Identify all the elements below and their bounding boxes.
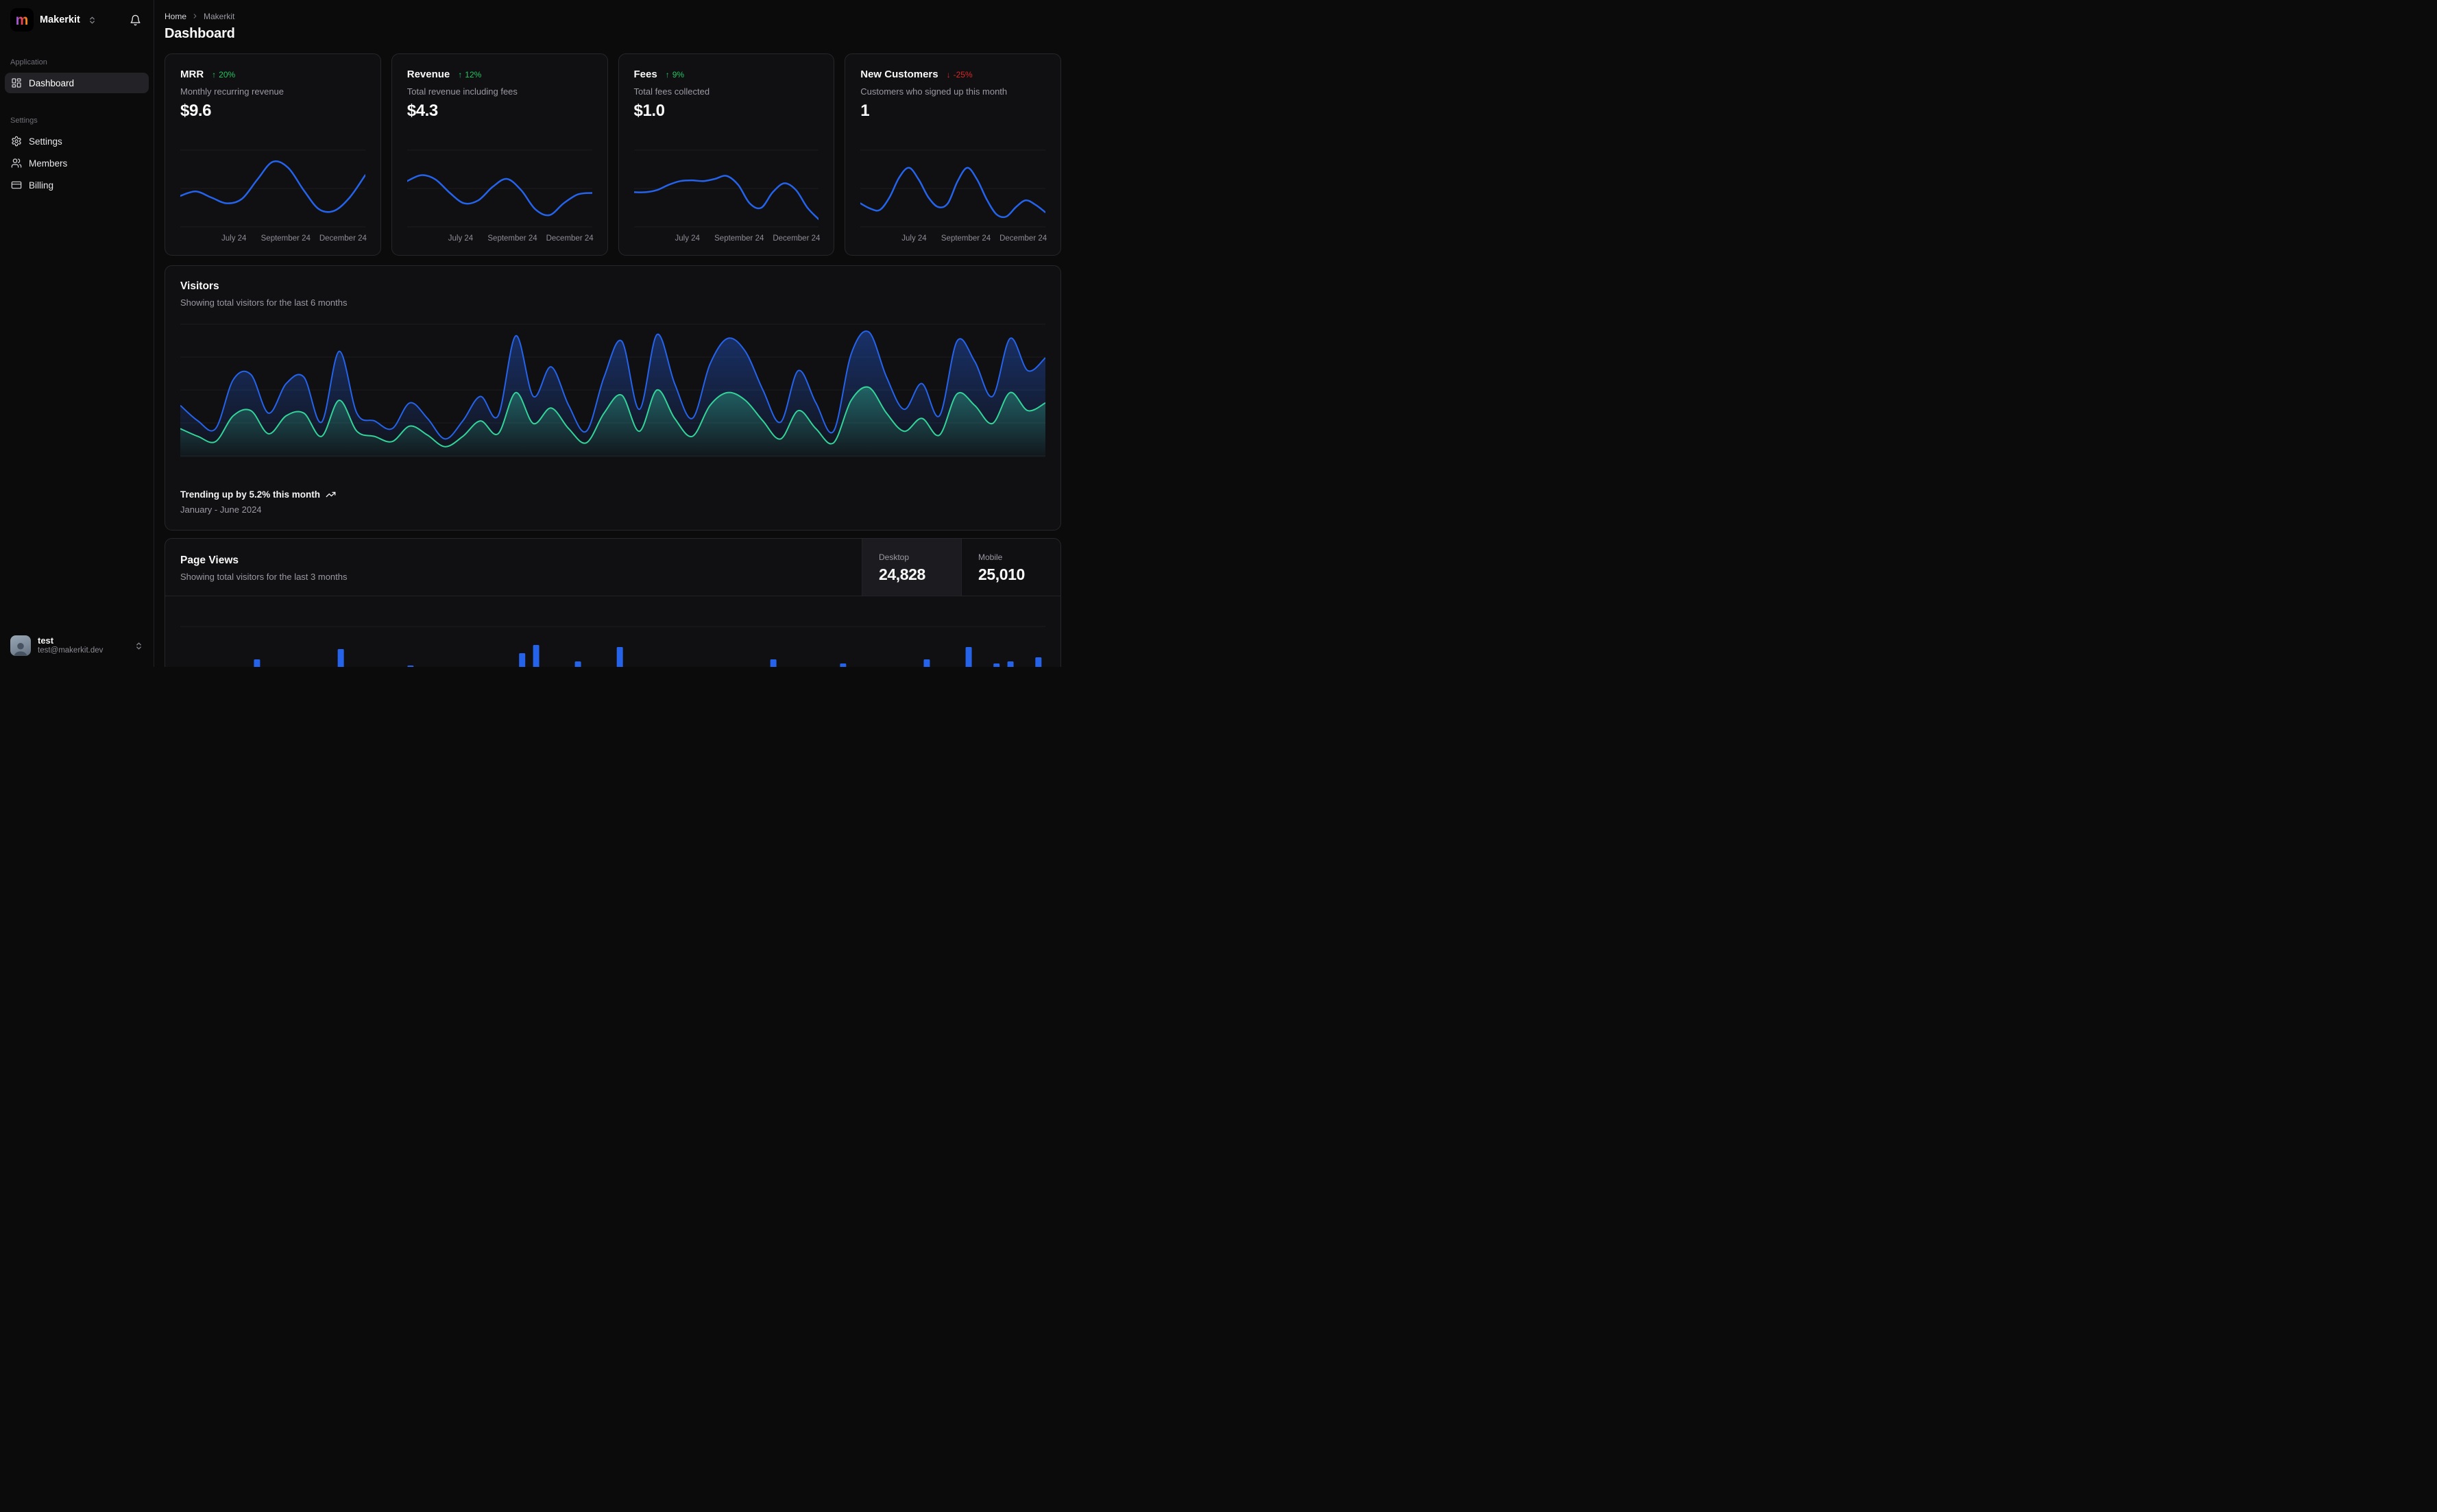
tab-mobile[interactable]: Mobile 25,010 (961, 539, 1060, 596)
stat-card-revenue: Revenue ↑ 12% Total revenue including fee… (391, 53, 608, 256)
stats-row: MRR ↑ 20% Monthly recurring revenue $9.6 … (165, 53, 1061, 256)
page-views-subtitle: Showing total visitors for the last 3 mo… (180, 572, 348, 582)
stat-value: $4.3 (407, 101, 439, 120)
sidebar-item-label: Members (29, 158, 68, 169)
visitors-period: January - June 2024 (180, 504, 262, 515)
sidebar-item-members[interactable]: Members (5, 153, 149, 173)
breadcrumb: Home Makerkit (165, 11, 1061, 21)
stat-title: MRR (180, 69, 204, 80)
makerkit-logo[interactable]: m (10, 8, 34, 32)
sidebar-header: m Makerkit (0, 6, 154, 34)
page-views-card: Page Views Showing total visitors for th… (165, 538, 1061, 667)
stat-title: Revenue (407, 69, 450, 80)
sidebar-item-billing[interactable]: Billing (5, 175, 149, 195)
x-axis-ticks: July 24 September 24 December 24 (675, 234, 821, 243)
sidebar-item-label: Dashboard (29, 77, 75, 88)
main-content: Home Makerkit Dashboard MRR ↑ 20% Monthly… (154, 0, 1067, 667)
stat-card-mrr: MRR ↑ 20% Monthly recurring revenue $9.6 … (165, 53, 381, 256)
visitors-footer: Trending up by 5.2% this month January -… (180, 489, 1045, 515)
trending-up-icon (326, 489, 336, 500)
sidebar: m Makerkit Application Dashboard Setting… (0, 0, 154, 667)
trend-badge: ↑ 9% (665, 69, 685, 80)
workspace-name: Makerkit (40, 14, 80, 25)
sidebar-item-label: Billing (29, 180, 54, 191)
stat-title: Fees (633, 69, 657, 80)
page-views-header: Page Views Showing total visitors for th… (165, 539, 1060, 596)
nav-section-application: Application (10, 58, 47, 66)
visitors-trend-text: Trending up by 5.2% this month (180, 489, 321, 500)
gear-icon (11, 136, 22, 147)
visitors-subtitle: Showing total visitors for the last 6 mo… (180, 297, 348, 308)
page-title: Dashboard (165, 26, 235, 41)
x-axis-ticks: July 24 September 24 December 24 (448, 234, 594, 243)
stat-title: New Customers (860, 69, 938, 80)
stat-value: 1 (860, 101, 870, 120)
arrow-down-icon: ↓ (946, 69, 951, 80)
users-icon (11, 158, 22, 169)
sparkline-chart: July 24 September 24 December 24 (860, 147, 1047, 247)
x-axis-ticks: July 24 September 24 December 24 (901, 234, 1047, 243)
page-views-tabs: Desktop 24,828 Mobile 25,010 (862, 539, 1060, 596)
stat-card-new-customers: New Customers ↓ -25% Customers who signed… (845, 53, 1061, 256)
tab-label: Mobile (978, 552, 1003, 562)
tab-value: 24,828 (879, 565, 925, 583)
trend-badge: ↑ 20% (212, 69, 236, 80)
trend-badge: ↑ 12% (458, 69, 482, 80)
tab-desktop[interactable]: Desktop 24,828 (862, 539, 961, 596)
visitors-card: Visitors Showing total visitors for the … (165, 265, 1061, 531)
page-views-title: Page Views (180, 554, 239, 566)
arrow-up-icon: ↑ (665, 69, 670, 80)
user-email: test@makerkit.dev (38, 646, 104, 655)
app-root: m Makerkit Application Dashboard Setting… (0, 0, 1067, 667)
sparkline-chart: July 24 September 24 December 24 (407, 147, 594, 247)
notifications-bell-icon[interactable] (125, 10, 145, 29)
breadcrumb-current[interactable]: Makerkit (204, 12, 234, 21)
chevron-right-icon (191, 12, 199, 20)
stat-subtitle: Customers who signed up this month (860, 86, 1008, 97)
visitors-area-chart (180, 324, 1045, 457)
tab-value: 25,010 (978, 565, 1025, 583)
dashboard-grid-icon (11, 77, 22, 88)
sparkline-chart: July 24 September 24 December 24 (180, 147, 367, 247)
user-menu-chevrons-icon (134, 642, 143, 650)
stat-subtitle: Monthly recurring revenue (180, 86, 284, 97)
trend-badge: ↓ -25% (946, 69, 973, 80)
stat-value: $1.0 (633, 101, 666, 120)
sidebar-item-dashboard[interactable]: Dashboard (5, 73, 149, 93)
tab-label: Desktop (879, 552, 910, 562)
workspace-selector-chevrons-icon[interactable] (88, 16, 97, 25)
sidebar-item-label: Settings (29, 136, 62, 147)
logo-letter: m (15, 12, 29, 28)
x-axis-ticks: July 24 September 24 December 24 (221, 234, 367, 243)
user-avatar (10, 635, 31, 656)
user-menu[interactable]: test test@makerkit.dev (6, 631, 147, 660)
stat-value: $9.6 (180, 101, 212, 120)
arrow-up-icon: ↑ (458, 69, 463, 80)
visitors-title: Visitors (180, 280, 219, 292)
breadcrumb-home-link[interactable]: Home (165, 12, 186, 21)
arrow-up-icon: ↑ (212, 69, 217, 80)
sidebar-item-settings[interactable]: Settings (5, 131, 149, 151)
credit-card-icon (11, 180, 22, 191)
page-views-bar-chart (165, 596, 1060, 667)
nav-section-settings: Settings (10, 117, 38, 125)
stat-subtitle: Total fees collected (633, 86, 710, 97)
user-name: test (38, 635, 54, 646)
sparkline-chart: July 24 September 24 December 24 (633, 147, 821, 247)
user-info: test test@makerkit.dev (38, 635, 104, 655)
stat-subtitle: Total revenue including fees (407, 86, 518, 97)
stat-card-fees: Fees ↑ 9% Total fees collected $1.0 July … (618, 53, 835, 256)
